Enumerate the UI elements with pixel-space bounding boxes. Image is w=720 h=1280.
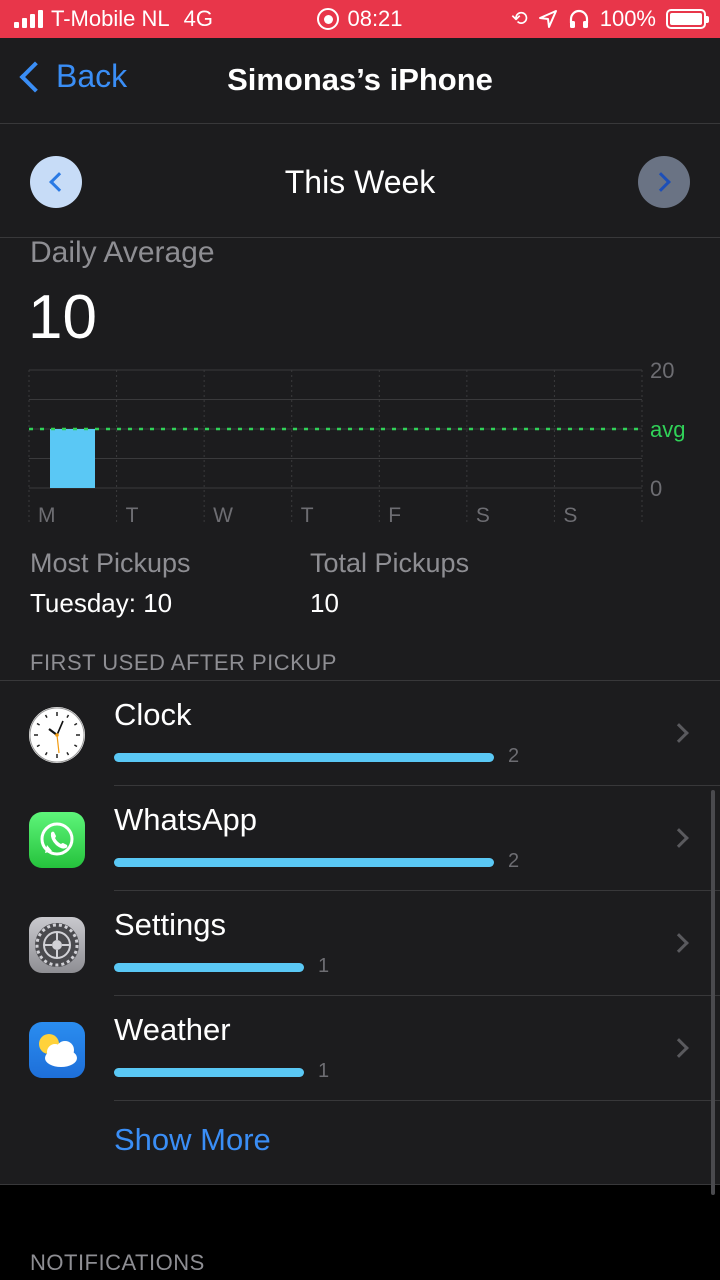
chart-average-label: avg — [650, 417, 685, 442]
chevron-right-icon — [669, 1038, 689, 1058]
clock-time: 08:21 — [347, 6, 403, 31]
notifications-header: NOTIFICATIONS — [30, 1250, 205, 1275]
screen-recording-icon — [317, 8, 340, 30]
daily-average-label: Daily Average — [30, 236, 215, 269]
usage-count: 2 — [508, 850, 520, 872]
chevron-right-icon — [669, 723, 689, 743]
next-week-button[interactable] — [638, 156, 690, 208]
usage-bar — [114, 1068, 304, 1077]
usage-count: 1 — [318, 1060, 330, 1082]
pickups-chart-svg: 20 0 avg M T W T F S S — [28, 358, 685, 527]
settings-app-icon — [29, 917, 85, 973]
week-title: This Week — [284, 164, 436, 200]
whatsapp-app-icon — [29, 812, 85, 868]
chart-xtick-label: S — [563, 504, 577, 527]
chart-ytick-label: 20 — [650, 358, 674, 383]
chart-xtick-label: W — [213, 504, 233, 527]
chart-xtick-label: T — [301, 504, 314, 527]
week-selector: This Week — [0, 124, 720, 238]
chart-xtick-label: M — [38, 504, 56, 527]
first-used-header: FIRST USED AFTER PICKUP — [30, 650, 337, 675]
total-pickups-label: Total Pickups — [310, 548, 470, 578]
pickups-chart: 20 0 avg M T W T F S S — [0, 350, 720, 540]
app-name: Weather — [114, 1012, 231, 1047]
chevron-right-icon — [651, 172, 671, 192]
usage-count: 1 — [318, 955, 330, 977]
headphones-icon — [569, 9, 588, 28]
chevron-right-icon — [669, 828, 689, 848]
usage-bar — [114, 858, 494, 867]
chart-ytick-label: 0 — [650, 476, 662, 501]
chart-bar — [50, 429, 95, 488]
daily-average-value: 10 — [28, 283, 97, 352]
battery-percent: 100% — [599, 6, 656, 31]
chart-xtick-label: S — [476, 504, 490, 527]
most-pickups-value: Tuesday: 10 — [30, 588, 173, 618]
app-name: WhatsApp — [114, 802, 258, 837]
app-row-whatsapp[interactable]: WhatsApp 2 — [0, 786, 720, 891]
usage-bar — [114, 963, 304, 972]
chart-xtick-label: T — [126, 504, 139, 527]
navigation-bar: Back Simonas’s iPhone — [0, 38, 720, 124]
total-pickups-value: 10 — [310, 588, 339, 618]
location-icon — [538, 10, 557, 28]
first-used-list: Clock 2 WhatsApp 2 Settings 1 Weather 1 — [0, 680, 720, 1101]
app-name: Clock — [114, 697, 192, 732]
chevron-right-icon — [669, 933, 689, 953]
screen-time-page: T-Mobile NL 4G 08:21 ⟲ 100% Back Simonas… — [0, 0, 720, 1280]
chart-xtick-label: F — [388, 504, 401, 527]
usage-bar — [114, 753, 494, 762]
page-title: Simonas’s iPhone — [227, 62, 493, 97]
app-row-settings[interactable]: Settings 1 — [0, 891, 720, 996]
orientation-lock-icon: ⟲ — [510, 8, 528, 30]
most-pickups-label: Most Pickups — [30, 548, 191, 578]
scrollbar[interactable] — [711, 790, 715, 1195]
weather-app-icon — [29, 1022, 85, 1078]
status-bar: T-Mobile NL 4G 08:21 ⟲ 100% — [0, 0, 720, 38]
battery-icon — [666, 9, 709, 29]
app-row-weather[interactable]: Weather 1 — [0, 996, 720, 1101]
show-more-button[interactable]: Show More — [114, 1122, 271, 1158]
usage-count: 2 — [508, 745, 520, 767]
clock-app-icon — [29, 707, 85, 763]
app-row-clock[interactable]: Clock 2 — [0, 681, 720, 786]
app-name: Settings — [114, 907, 227, 942]
